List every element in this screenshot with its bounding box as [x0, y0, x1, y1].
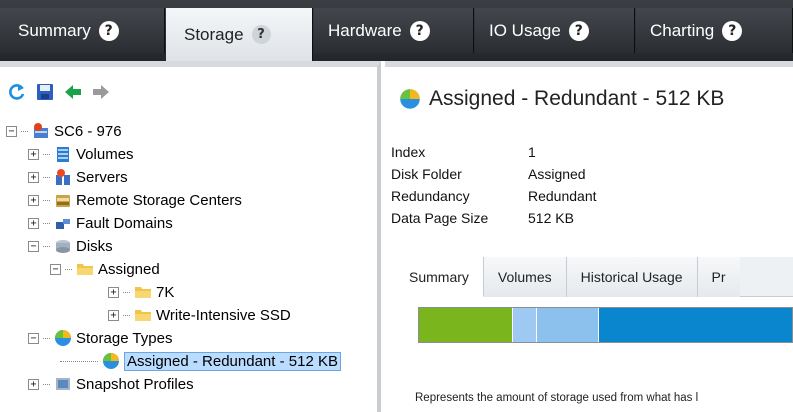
folder-icon — [77, 264, 93, 275]
tree-node-fault-domains[interactable]: + Fault Domains — [28, 212, 173, 234]
help-icon[interactable]: ? — [409, 20, 430, 41]
property-key: Index — [391, 144, 426, 160]
property-row: Disk Folder Assigned — [391, 163, 597, 185]
forward-arrow-icon[interactable] — [92, 83, 110, 101]
servers-icon — [56, 169, 70, 185]
disks-icon — [56, 240, 70, 253]
snapshot-icon — [56, 378, 70, 390]
tree-label: Disks — [76, 237, 113, 255]
tab-summary-label: Summary — [18, 20, 91, 40]
detail-tabs: Summary Volumes Historical Usage Pr — [395, 257, 793, 297]
back-arrow-icon[interactable] — [64, 83, 82, 101]
main-tab-bar: Summary ? Storage ? Hardware ? IO Usage … — [0, 0, 793, 61]
help-icon[interactable]: ? — [722, 20, 743, 41]
tree-toolbar — [8, 83, 110, 101]
folder-icon — [135, 287, 151, 298]
tree-node-assigned[interactable]: − Assigned — [50, 258, 160, 280]
tree-node-snapshot-profiles[interactable]: + Snapshot Profiles — [28, 373, 194, 395]
tree-node-storage-types[interactable]: − Storage Types — [28, 327, 172, 349]
tab-summary[interactable]: Summary ? — [0, 8, 165, 53]
expand-toggle[interactable]: + — [28, 378, 39, 390]
collapse-toggle[interactable]: − — [28, 240, 39, 252]
tree-label: Assigned — [98, 260, 160, 278]
usage-description: Represents the amount of storage used fr… — [415, 392, 699, 404]
tree-label: SC6 - 976 — [54, 122, 122, 140]
remote-storage-icon — [56, 195, 70, 207]
tree-node-disks[interactable]: − Disks — [28, 235, 113, 257]
expand-toggle[interactable]: + — [28, 217, 39, 229]
subtab-historical-usage[interactable]: Historical Usage — [566, 257, 698, 297]
tab-hardware-label: Hardware — [328, 20, 402, 40]
expand-toggle[interactable]: + — [28, 148, 39, 160]
storage-usage-bar — [418, 307, 793, 343]
tree-label: Fault Domains — [76, 214, 173, 232]
help-icon[interactable]: ? — [98, 20, 119, 41]
property-key: Data Page Size — [391, 210, 489, 226]
property-row: Redundancy Redundant — [391, 185, 597, 207]
collapse-toggle[interactable]: − — [50, 263, 61, 275]
storage-type-icon — [55, 330, 71, 346]
tree-label: Storage Types — [76, 329, 173, 347]
tree-node-7k[interactable]: + 7K — [108, 281, 174, 303]
usage-segment-4 — [598, 308, 792, 342]
storage-type-icon — [103, 353, 119, 369]
tree-label: Assigned - Redundant - 512 KB — [124, 351, 341, 371]
property-value: 512 KB — [528, 210, 574, 226]
subtab-volumes[interactable]: Volumes — [483, 257, 567, 297]
title-text: Assigned - Redundant - 512 KB — [429, 87, 725, 110]
detail-panel: Assigned - Redundant - 512 KB Index 1 Di… — [385, 61, 793, 412]
fault-domains-icon — [56, 219, 70, 229]
usage-segment-3 — [535, 308, 599, 342]
tree-node-write-intensive-ssd[interactable]: + Write-Intensive SSD — [108, 304, 291, 326]
tab-storage-label: Storage — [184, 24, 244, 44]
property-key: Disk Folder — [391, 166, 462, 182]
usage-segment-1 — [419, 308, 512, 342]
property-value: Redundant — [528, 188, 597, 204]
properties-list: Index 1 Disk Folder Assigned Redundancy … — [391, 141, 597, 229]
property-row: Data Page Size 512 KB — [391, 207, 597, 229]
tree-node-volumes[interactable]: + Volumes — [28, 143, 134, 165]
storage-type-icon — [400, 89, 420, 109]
folder-icon — [135, 310, 151, 321]
property-value: 1 — [528, 144, 536, 160]
tree-label: Remote Storage Centers — [76, 191, 242, 209]
tab-io-usage-label: IO Usage — [489, 20, 561, 40]
expand-toggle[interactable]: + — [108, 309, 119, 321]
subtab-summary[interactable]: Summary — [395, 257, 484, 297]
save-icon[interactable] — [36, 83, 54, 101]
page-title: Assigned - Redundant - 512 KB — [399, 87, 724, 111]
storage-center-icon — [34, 123, 48, 138]
navigation-panel: − SC6 - 976 + Volumes + Servers + Remote… — [0, 61, 381, 412]
tree-label: Volumes — [76, 145, 134, 163]
collapse-toggle[interactable]: − — [28, 332, 39, 344]
tree-node-remote-storage[interactable]: + Remote Storage Centers — [28, 189, 242, 211]
tree-node-servers[interactable]: + Servers — [28, 166, 128, 188]
usage-segment-2 — [511, 308, 536, 342]
tab-io-usage[interactable]: IO Usage ? — [475, 8, 635, 53]
tree-label: 7K — [156, 283, 175, 301]
tree-label: Snapshot Profiles — [76, 375, 194, 393]
tab-charting-label: Charting — [650, 20, 715, 40]
subtab-overflow[interactable]: Pr — [697, 257, 740, 297]
property-row: Index 1 — [391, 141, 597, 163]
tree-label: Servers — [76, 168, 128, 186]
tree-node-assigned-redundant-512kb[interactable]: Assigned - Redundant - 512 KB — [60, 350, 341, 372]
refresh-icon[interactable] — [8, 83, 26, 101]
expand-toggle[interactable]: + — [108, 286, 119, 298]
tab-charting[interactable]: Charting ? — [636, 8, 793, 53]
property-value: Assigned — [528, 166, 586, 182]
expand-toggle[interactable]: + — [28, 194, 39, 206]
volumes-icon — [57, 147, 69, 162]
help-icon[interactable]: ? — [568, 20, 589, 41]
tree-label: Write-Intensive SSD — [156, 306, 291, 324]
property-key: Redundancy — [391, 188, 470, 204]
tab-storage[interactable]: Storage ? — [166, 8, 313, 61]
expand-toggle[interactable]: + — [28, 171, 39, 183]
tree-node-root[interactable]: − SC6 - 976 — [6, 120, 122, 142]
help-icon[interactable]: ? — [251, 25, 271, 44]
collapse-toggle[interactable]: − — [6, 125, 17, 137]
tab-hardware[interactable]: Hardware ? — [314, 8, 474, 53]
